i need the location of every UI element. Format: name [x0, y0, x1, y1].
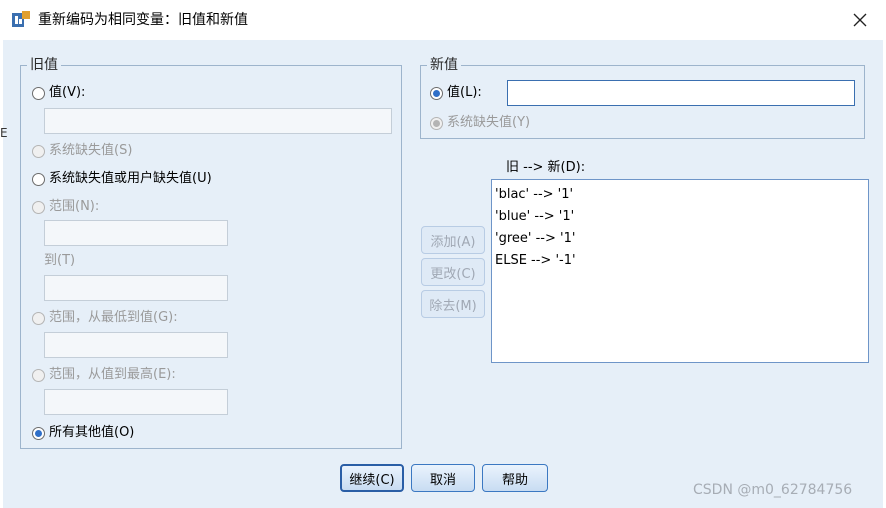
- new-value-input[interactable]: [507, 80, 855, 106]
- old-value-radio-all-other[interactable]: 所有其他值(O): [32, 425, 134, 441]
- mapping-item[interactable]: ELSE --> '-1': [495, 250, 865, 272]
- old-value-radio-system-missing[interactable]: 系统缺失值(S): [32, 143, 132, 159]
- old-value-range-highest-label: 范围，从值到最高(E):: [49, 367, 176, 382]
- mapping-item[interactable]: 'blac' --> '1': [495, 184, 865, 206]
- edge-text: E: [0, 126, 8, 140]
- radio-icon: [430, 116, 443, 130]
- old-value-radio-system-or-user-missing[interactable]: 系统缺失值或用户缺失值(U): [32, 171, 212, 187]
- new-value-value-label: 值(L):: [447, 85, 482, 100]
- continue-button[interactable]: 继续(C): [340, 464, 404, 492]
- range-lowest-input[interactable]: [44, 332, 228, 358]
- window-title: 重新编码为相同变量：旧值和新值: [38, 12, 248, 28]
- close-icon: [853, 13, 867, 27]
- radio-icon: [32, 200, 45, 214]
- mapping-item[interactable]: 'blue' --> '1': [495, 206, 865, 228]
- old-value-system-missing-label: 系统缺失值(S): [49, 143, 133, 158]
- new-value-group: 新值 值(L): 系统缺失值(Y): [420, 57, 865, 139]
- old-value-all-other-label: 所有其他值(O): [49, 425, 135, 440]
- new-value-radio-system-missing[interactable]: 系统缺失值(Y): [430, 115, 530, 131]
- radio-icon: [32, 144, 45, 158]
- range-from-input[interactable]: [44, 220, 228, 246]
- app-icon: [12, 11, 30, 27]
- old-value-input[interactable]: [44, 108, 392, 134]
- mapping-header: 旧 --> 新(D):: [506, 160, 586, 175]
- old-value-value-label: 值(V):: [49, 85, 86, 100]
- mapping-list[interactable]: 'blac' --> '1' 'blue' --> '1' 'gree' -->…: [491, 179, 869, 363]
- remove-button[interactable]: 除去(M): [421, 290, 485, 318]
- new-value-radio-value[interactable]: 值(L):: [430, 85, 482, 101]
- watermark: CSDN @m0_62784756: [693, 482, 853, 498]
- old-value-legend: 旧值: [27, 57, 61, 73]
- radio-icon: [32, 311, 45, 325]
- radio-selected-icon: [32, 426, 45, 440]
- cancel-button[interactable]: 取消: [411, 464, 475, 492]
- new-value-legend: 新值: [427, 57, 461, 73]
- dialog-body: 旧值 值(V): 系统缺失值(S) 系统缺失值或用户缺失值(U) 范围(N): …: [3, 40, 883, 508]
- old-value-range-label: 范围(N):: [49, 199, 100, 214]
- old-value-system-or-user-missing-label: 系统缺失值或用户缺失值(U): [49, 171, 212, 186]
- range-to-label: 到(T): [44, 253, 76, 268]
- range-to-input[interactable]: [44, 275, 228, 301]
- old-value-radio-value[interactable]: 值(V):: [32, 85, 85, 101]
- title-bar: 重新编码为相同变量：旧值和新值: [0, 0, 886, 40]
- radio-icon: [32, 172, 45, 186]
- help-button[interactable]: 帮助: [482, 464, 548, 492]
- close-button[interactable]: [846, 6, 874, 34]
- old-value-range-lowest-label: 范围，从最低到值(G):: [49, 310, 178, 325]
- new-value-system-missing-label: 系统缺失值(Y): [447, 115, 531, 130]
- change-button[interactable]: 更改(C): [421, 258, 485, 286]
- radio-icon: [32, 86, 45, 100]
- range-to-label-row: 到(T): [44, 253, 75, 269]
- old-value-radio-range-highest[interactable]: 范围，从值到最高(E):: [32, 367, 176, 383]
- add-button[interactable]: 添加(A): [421, 226, 485, 254]
- old-value-radio-range[interactable]: 范围(N):: [32, 199, 99, 215]
- radio-icon: [32, 368, 45, 382]
- mapping-item[interactable]: 'gree' --> '1': [495, 228, 865, 250]
- old-value-radio-range-lowest[interactable]: 范围，从最低到值(G):: [32, 310, 178, 326]
- radio-selected-icon: [430, 86, 443, 100]
- range-highest-input[interactable]: [44, 389, 228, 415]
- old-value-group: 旧值 值(V): 系统缺失值(S) 系统缺失值或用户缺失值(U) 范围(N): …: [20, 57, 402, 449]
